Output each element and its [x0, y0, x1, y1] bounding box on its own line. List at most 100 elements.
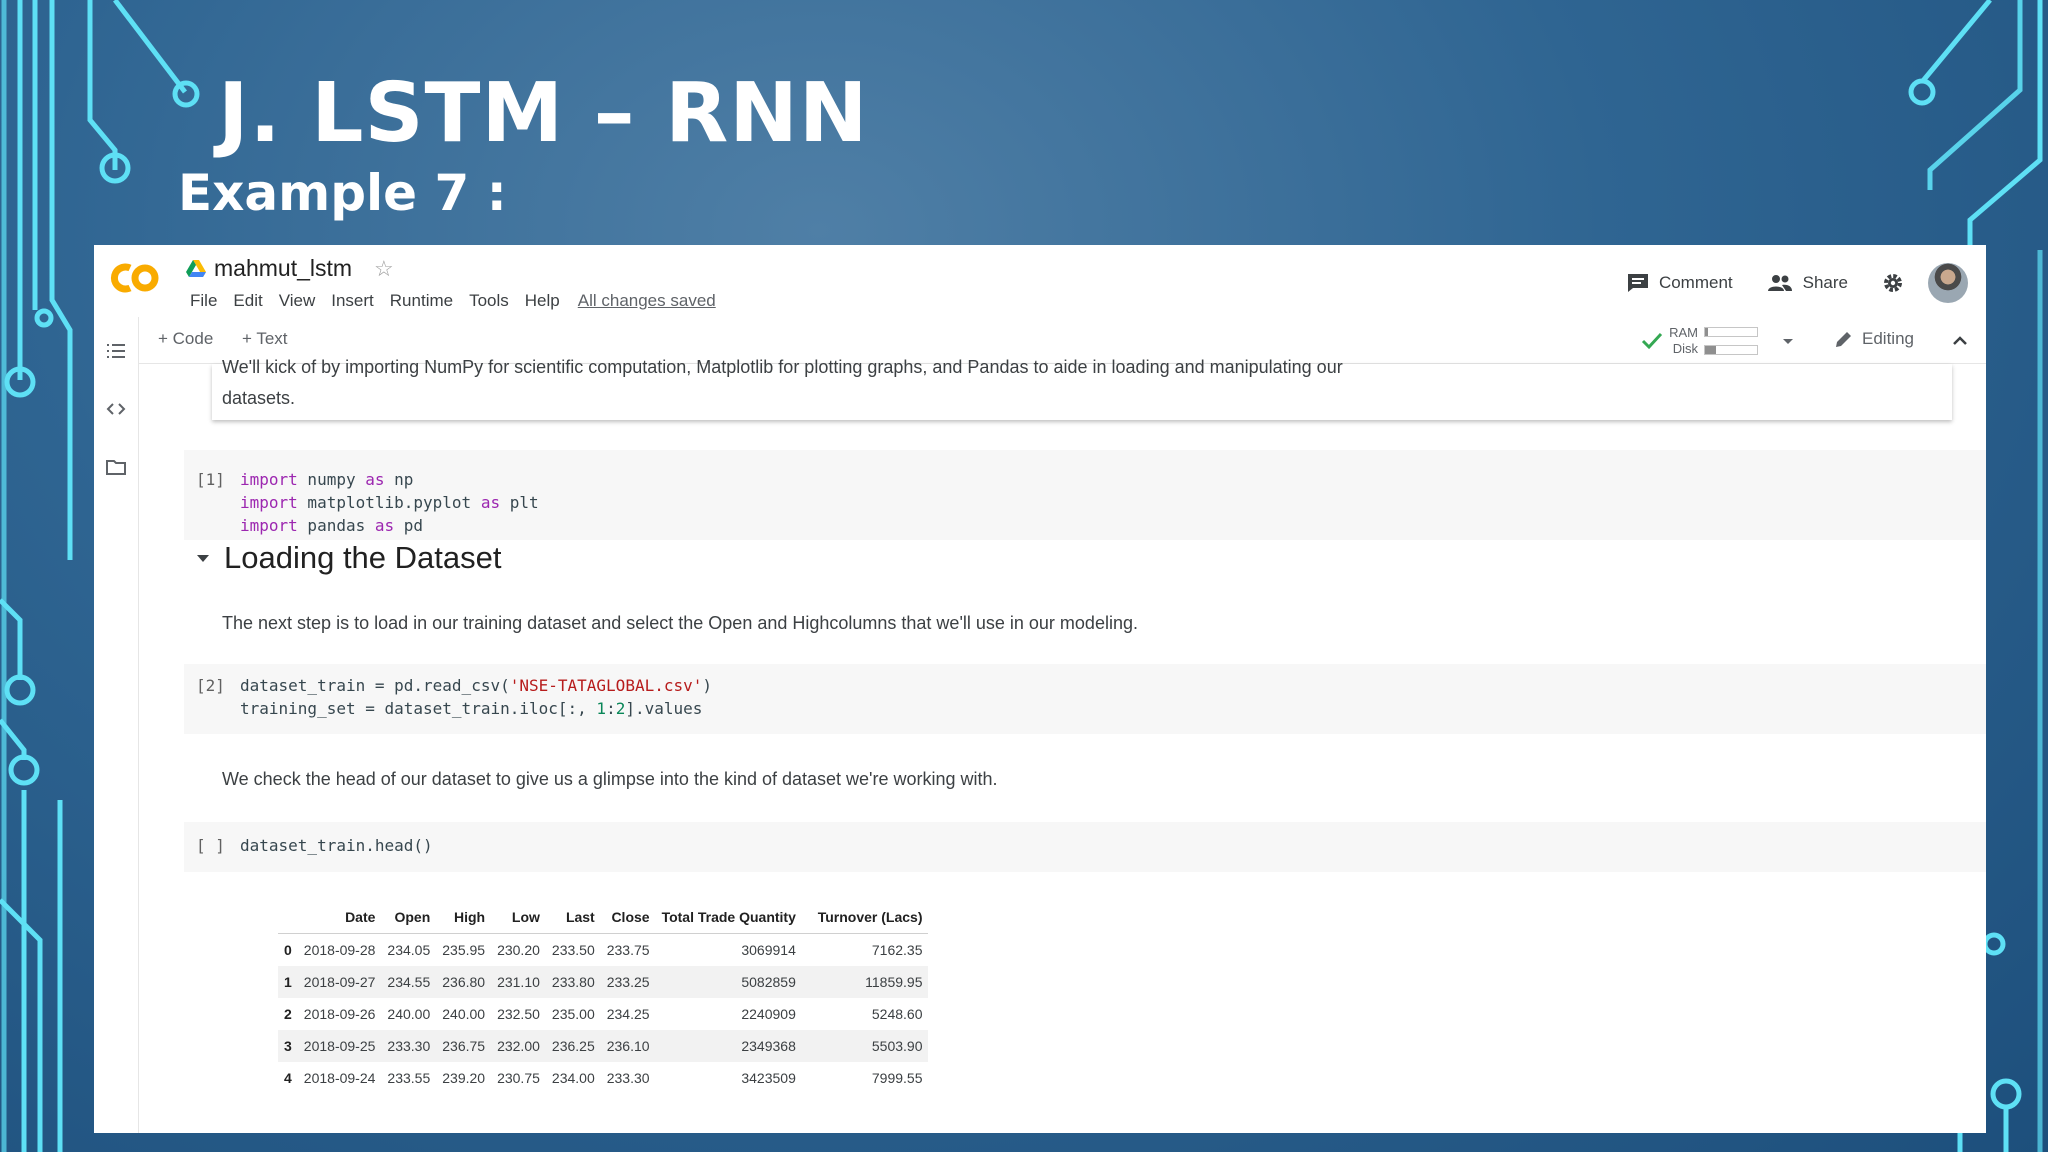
table-cell: 2018-09-28	[297, 933, 382, 966]
table-cell: 233.75	[600, 933, 656, 966]
row-index: 2	[284, 1006, 292, 1022]
add-text-button[interactable]: + Text	[242, 329, 288, 349]
resource-monitor[interactable]: RAM Disk	[1641, 325, 1798, 357]
table-row: 0 2018-09-28 234.05 235.95 230.20 233.50…	[278, 933, 929, 966]
table-cell: 233.80	[545, 966, 601, 998]
row-index: 0	[278, 933, 298, 966]
settings-button[interactable]	[1882, 272, 1904, 294]
folder-icon[interactable]	[106, 457, 126, 477]
save-status[interactable]: All changes saved	[568, 291, 716, 311]
cell-2-prompt[interactable]: [2]	[196, 676, 225, 695]
table-cell: 3069914	[655, 933, 802, 966]
column-header: Turnover (Lacs)	[801, 901, 929, 934]
section-header[interactable]: Loading the Dataset	[196, 540, 502, 576]
chevron-up-icon[interactable]	[1950, 331, 1970, 351]
disk-label: Disk	[1672, 341, 1698, 356]
notebook-title-row: mahmut_lstm ☆	[186, 255, 394, 282]
code-cell-2[interactable]: [2] dataset_train = pd.read_csv('NSE-TAT…	[184, 664, 1986, 734]
table-cell: 233.50	[545, 933, 601, 966]
cell-2-code[interactable]: dataset_train = pd.read_csv('NSE-TATAGLO…	[240, 674, 712, 720]
table-cell: 234.00	[551, 1070, 595, 1086]
code-cell-1[interactable]: [1] import numpy as np import matplotlib…	[184, 450, 1986, 540]
cell-1-code[interactable]: import numpy as np import matplotlib.pyp…	[240, 468, 539, 537]
menu-runtime[interactable]: Runtime	[382, 291, 461, 311]
cell-3-prompt[interactable]: [ ]	[196, 836, 225, 855]
code-icon[interactable]	[106, 399, 126, 419]
table-of-contents-icon[interactable]	[106, 341, 126, 361]
column-header: Last	[545, 901, 601, 934]
check-icon	[1642, 332, 1663, 350]
code-token: training_set = dataset_train.iloc[:,	[240, 699, 597, 718]
keyword: import	[240, 493, 298, 512]
slide-title: J. LSTM – RNN	[218, 66, 869, 161]
table-cell: 2018-09-24	[303, 1070, 376, 1086]
head-text: We check the head of our dataset to give…	[222, 769, 998, 789]
code-token: ].values	[625, 699, 703, 718]
colab-logo-icon[interactable]	[108, 260, 162, 296]
table-cell: 234.25	[606, 1006, 650, 1022]
table-cell: 233.30	[381, 1030, 437, 1062]
table-row: 3 2018-09-25 233.30 236.75 232.00 236.25…	[278, 1030, 929, 1062]
slide-subtitle: Example 7 :	[178, 164, 507, 222]
ram-bar-fill	[1705, 328, 1708, 336]
column-header: High	[436, 901, 492, 934]
cell-1-prompt[interactable]: [1]	[196, 470, 225, 489]
table-cell: 233.25	[600, 966, 656, 998]
table-cell: 7162.35	[801, 933, 929, 966]
table-cell: 234.55	[381, 966, 437, 998]
table-cell: 239.20	[442, 1070, 486, 1086]
disk-bar	[1704, 345, 1758, 355]
cell-3-code[interactable]: dataset_train.head()	[240, 834, 433, 857]
pencil-icon	[1836, 332, 1852, 347]
share-label: Share	[1802, 273, 1848, 292]
dataframe-output: Date Open High Low Last Close Total Trad…	[278, 901, 929, 1094]
table-cell: 2018-09-25	[297, 1030, 382, 1062]
column-header: Close	[600, 901, 656, 934]
code-token: matplotlib.pyplot	[297, 493, 481, 512]
share-button[interactable]: Share	[1767, 273, 1848, 293]
code-cell-3[interactable]: [ ] dataset_train.head()	[184, 822, 1986, 872]
keyword: as	[365, 470, 385, 489]
drive-icon[interactable]	[186, 259, 206, 278]
menu-file[interactable]: File	[182, 291, 225, 311]
row-index: 3	[278, 1030, 298, 1062]
column-header	[278, 901, 298, 934]
string-literal: 'NSE-TATAGLOBAL.csv'	[509, 676, 703, 695]
table-cell: 3423509	[741, 1070, 796, 1086]
table-cell: 7999.55	[871, 1070, 923, 1086]
menu-help[interactable]: Help	[517, 291, 568, 311]
avatar[interactable]	[1928, 263, 1968, 303]
chevron-down-icon[interactable]	[1778, 331, 1798, 351]
section-title: Loading the Dataset	[224, 540, 502, 575]
left-sidebar	[94, 317, 139, 1133]
table-cell: 240.00	[442, 1006, 486, 1022]
table-cell: 2349368	[655, 1030, 802, 1062]
star-icon[interactable]: ☆	[374, 256, 394, 282]
menu-edit[interactable]: Edit	[225, 291, 270, 311]
table-row: 1 2018-09-27 234.55 236.80 231.10 233.80…	[278, 966, 929, 998]
column-header: Total Trade Quantity	[655, 901, 802, 934]
menu-tools[interactable]: Tools	[461, 291, 517, 311]
people-icon	[1767, 275, 1792, 291]
comment-label: Comment	[1658, 273, 1733, 292]
comment-button[interactable]: Comment	[1627, 273, 1733, 293]
table-cell: 11859.95	[801, 966, 929, 998]
row-index: 4	[284, 1070, 292, 1086]
add-code-button[interactable]: + Code	[158, 329, 213, 349]
notebook-name[interactable]: mahmut_lstm	[214, 255, 352, 282]
code-token: pandas	[297, 516, 375, 535]
notebook-content: We'll kick of by importing NumPy for sci…	[138, 357, 1986, 1133]
table-cell: 240.00	[387, 1006, 431, 1022]
collapse-triangle-icon[interactable]	[196, 551, 210, 565]
column-header: Low	[491, 901, 546, 934]
table-cell: 231.10	[491, 966, 546, 998]
menu-view[interactable]: View	[271, 291, 324, 311]
editing-mode-button[interactable]: Editing	[1834, 329, 1914, 349]
table-cell: 235.95	[436, 933, 492, 966]
code-token: numpy	[297, 470, 366, 489]
table-row: 4 2018-09-24 233.55 239.20 230.75 234.00…	[278, 1062, 928, 1094]
table-cell: 232.00	[491, 1030, 546, 1062]
menu-insert[interactable]: Insert	[323, 291, 382, 311]
table-cell: 230.20	[491, 933, 546, 966]
code-token: pd	[394, 516, 424, 535]
